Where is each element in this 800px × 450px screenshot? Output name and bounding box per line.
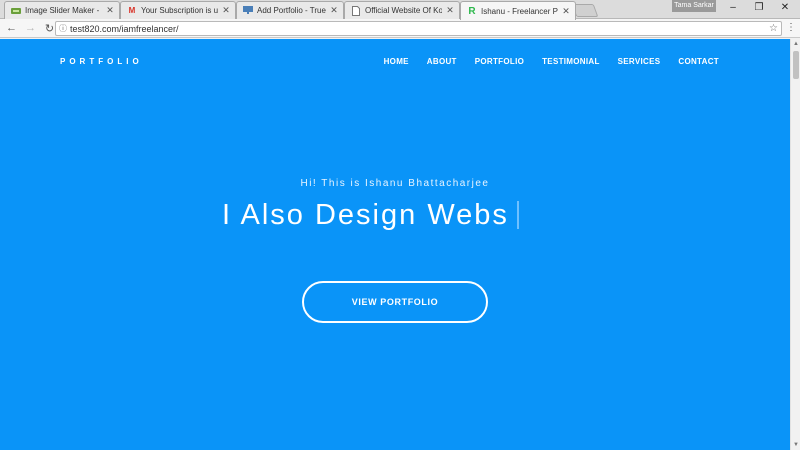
nav-services[interactable]: SERVICES bbox=[618, 57, 661, 66]
nav-about[interactable]: ABOUT bbox=[427, 57, 457, 66]
close-icon[interactable]: ✕ bbox=[105, 5, 115, 16]
nav-portfolio[interactable]: PORTFOLIO bbox=[475, 57, 524, 66]
kebab-menu-icon[interactable]: ⋮ bbox=[786, 22, 796, 34]
close-icon[interactable]: ✕ bbox=[561, 6, 571, 17]
browser-tab-1[interactable]: Image Slider Maker - Fre ✕ bbox=[4, 1, 120, 19]
page-viewport: PORTFOLIO HOME ABOUT PORTFOLIO TESTIMONI… bbox=[0, 39, 790, 450]
tab-title: Image Slider Maker - Fre bbox=[25, 6, 102, 15]
site-nav: HOME ABOUT PORTFOLIO TESTIMONIAL SERVICE… bbox=[366, 57, 719, 66]
browser-tab-5-active[interactable]: R Ishanu - Freelancer Portf ✕ bbox=[460, 1, 576, 20]
browser-tab-3[interactable]: Add Portfolio - Truelance ✕ bbox=[236, 1, 344, 19]
hero-subtitle: Hi! This is Ishanu Bhattacharjee bbox=[300, 178, 490, 189]
r-logo-icon: R bbox=[468, 5, 476, 17]
address-bar[interactable]: ⓘ test820.com/iamfreelancer/ ☆ bbox=[55, 21, 782, 36]
tab-title: Add Portfolio - Truelance bbox=[257, 6, 326, 15]
document-icon bbox=[351, 5, 361, 16]
nav-testimonial[interactable]: TESTIMONIAL bbox=[542, 57, 600, 66]
hero-title-wrap: I Also Design Webs bbox=[222, 199, 519, 232]
forward-arrow-icon[interactable]: → bbox=[23, 21, 38, 36]
image-icon bbox=[11, 6, 21, 16]
profile-button[interactable]: Tama Sarkar bbox=[672, 0, 716, 12]
close-icon[interactable]: ✕ bbox=[221, 5, 231, 16]
close-icon[interactable]: ✕ bbox=[445, 5, 455, 16]
tab-strip: Image Slider Maker - Fre ✕ M Your Subscr… bbox=[0, 0, 800, 20]
bookmark-star-icon[interactable]: ☆ bbox=[769, 22, 778, 35]
nav-contact[interactable]: CONTACT bbox=[678, 57, 719, 66]
close-icon[interactable]: ✕ bbox=[329, 5, 339, 16]
browser-toolbar: ← → ↻ ⓘ test820.com/iamfreelancer/ ☆ ⋮ bbox=[0, 19, 800, 38]
typing-caret bbox=[516, 201, 519, 229]
browser-tab-2[interactable]: M Your Subscription is up f ✕ bbox=[120, 1, 236, 19]
back-arrow-icon[interactable]: ← bbox=[4, 21, 19, 36]
gmail-icon: M bbox=[128, 6, 136, 15]
view-portfolio-button[interactable]: VIEW PORTFOLIO bbox=[302, 281, 488, 323]
monitor-icon bbox=[243, 6, 253, 16]
page-info-icon[interactable]: ⓘ bbox=[56, 23, 70, 34]
minimize-icon[interactable]: – bbox=[720, 0, 746, 16]
window-close-icon[interactable]: ✕ bbox=[772, 0, 798, 16]
tab-title: Your Subscription is up f bbox=[141, 6, 218, 15]
restore-icon[interactable]: ❐ bbox=[746, 0, 772, 16]
page-scrollbar[interactable]: ▲ ▼ bbox=[790, 39, 800, 450]
url-text: test820.com/iamfreelancer/ bbox=[70, 23, 179, 34]
tab-title: Official Website Of Kolka bbox=[365, 6, 442, 15]
tab-title: Ishanu - Freelancer Portf bbox=[481, 6, 558, 16]
hero-title: I Also Design Webs bbox=[222, 199, 509, 231]
browser-tab-4[interactable]: Official Website Of Kolka ✕ bbox=[344, 1, 460, 19]
scroll-down-icon[interactable]: ▼ bbox=[791, 440, 800, 450]
nav-home[interactable]: HOME bbox=[384, 57, 409, 66]
scroll-up-icon[interactable]: ▲ bbox=[791, 39, 800, 49]
site-brand[interactable]: PORTFOLIO bbox=[60, 57, 143, 66]
scrollbar-thumb[interactable] bbox=[793, 51, 799, 79]
